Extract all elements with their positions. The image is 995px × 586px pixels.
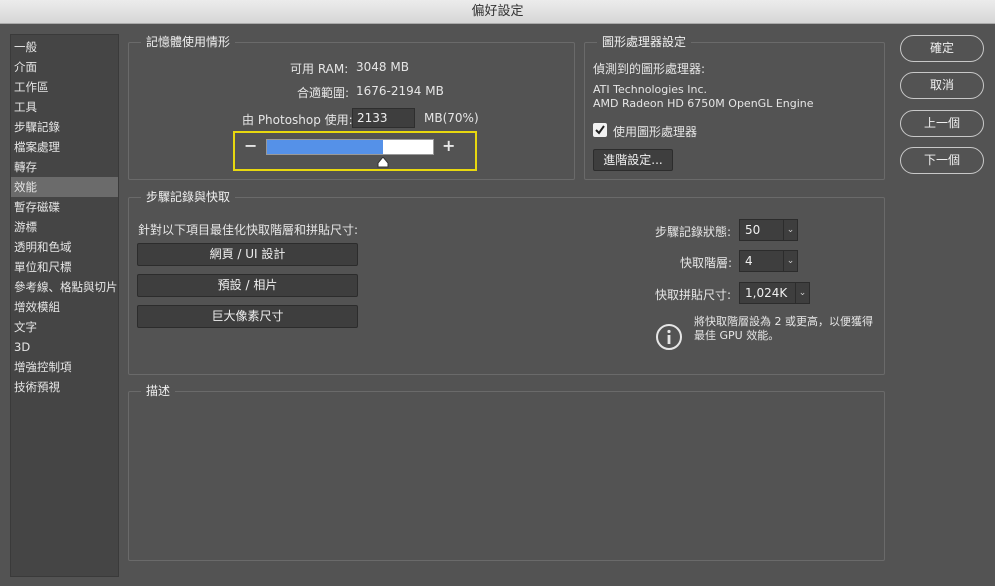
sidebar-item[interactable]: 步驟記錄 [11, 117, 118, 137]
increase-ram-button[interactable]: + [442, 136, 455, 155]
sidebar-item[interactable]: 暫存磁碟 [11, 197, 118, 217]
ideal-range-label: 合適範圍: [297, 86, 350, 100]
sidebar-item[interactable]: 透明和色域 [11, 237, 118, 257]
memory-usage-title: 記憶體使用情形 [141, 35, 236, 50]
photoshop-usage-label: 由 Photoshop 使用: [242, 113, 353, 127]
ideal-range-value: 1676-2194 MB [356, 84, 444, 98]
gpu-settings-title: 圖形處理器設定 [597, 35, 692, 50]
history-states-value: 50 [745, 223, 761, 237]
use-gpu-checkbox[interactable] [593, 123, 607, 137]
history-states-label: 步驟記錄狀態: [655, 225, 732, 239]
window-title: 偏好設定 [0, 0, 995, 24]
preset-default-photo-button[interactable]: 預設 / 相片 [137, 274, 358, 297]
description-group: 描述 [128, 384, 885, 561]
tile-size-label: 快取拼貼尺寸: [655, 288, 732, 302]
cancel-button[interactable]: 取消 [900, 72, 984, 99]
sidebar-item[interactable]: 游標 [11, 217, 118, 237]
cache-levels-select[interactable]: 4 ⌄ [739, 250, 798, 272]
ok-button[interactable]: 確定 [900, 35, 984, 62]
detected-gpu-label: 偵測到的圖形處理器: [593, 62, 706, 76]
sidebar-item[interactable]: 增強控制項 [11, 357, 118, 377]
history-states-select[interactable]: 50 ⌄ [739, 219, 798, 241]
sidebar-item[interactable]: 介面 [11, 57, 118, 77]
sidebar-item[interactable]: 技術預視 [11, 377, 118, 397]
use-gpu-label: 使用圖形處理器 [613, 125, 698, 139]
gpu-vendor: ATI Technologies Inc. [593, 83, 708, 96]
sidebar-item[interactable]: 單位和尺標 [11, 257, 118, 277]
sidebar-item[interactable]: 增效模組 [11, 297, 118, 317]
sidebar-item[interactable]: 文字 [11, 317, 118, 337]
chevron-down-icon: ⌄ [783, 220, 797, 240]
checkmark-icon [595, 125, 605, 135]
preset-web-ui-button[interactable]: 網頁 / UI 設計 [137, 243, 358, 266]
sidebar-item[interactable]: 工作區 [11, 77, 118, 97]
chevron-down-icon: ⌄ [783, 251, 797, 271]
sidebar-item[interactable]: 效能 [11, 177, 118, 197]
ram-slider-track[interactable] [266, 139, 434, 155]
sidebar-item[interactable]: 參考線、格點與切片 [11, 277, 118, 297]
sidebar-item[interactable]: 工具 [11, 97, 118, 117]
sidebar-item[interactable]: 3D [11, 337, 118, 357]
sidebar-item[interactable]: 一般 [11, 37, 118, 57]
description-title: 描述 [141, 384, 176, 399]
photoshop-ram-input[interactable]: 2133 [352, 108, 415, 128]
advanced-settings-button[interactable]: 進階設定... [593, 149, 673, 171]
history-cache-title: 步驟記錄與快取 [141, 190, 236, 205]
next-button[interactable]: 下一個 [900, 147, 984, 174]
ram-slider-thumb[interactable] [377, 157, 389, 168]
chevron-down-icon: ⌄ [795, 283, 809, 303]
previous-button[interactable]: 上一個 [900, 110, 984, 137]
available-ram-label: 可用 RAM: [290, 62, 349, 76]
optimize-label: 針對以下項目最佳化快取階層和拼貼尺寸: [138, 223, 359, 237]
gpu-renderer: AMD Radeon HD 6750M OpenGL Engine [593, 97, 814, 110]
sidebar-item[interactable]: 轉存 [11, 157, 118, 177]
category-list: 一般 介面 工作區 工具 步驟記錄 檔案處理 轉存 效能 暫存磁碟 游標 透明和色域 單位和尺標 參考線… [10, 34, 119, 577]
sidebar-item[interactable]: 檔案處理 [11, 137, 118, 157]
cache-levels-label: 快取階層: [680, 256, 733, 270]
info-icon [656, 324, 682, 350]
tile-size-select[interactable]: 1,024K ⌄ [739, 282, 810, 304]
decrease-ram-button[interactable]: − [244, 136, 257, 155]
available-ram-value: 3048 MB [356, 60, 409, 74]
preset-huge-pixel-button[interactable]: 巨大像素尺寸 [137, 305, 358, 328]
ram-slider-fill [267, 140, 383, 154]
gpu-tip-line2: 最佳 GPU 效能。 [694, 329, 780, 342]
photoshop-usage-unit: MB(70%) [424, 111, 479, 125]
cache-levels-value: 4 [745, 254, 753, 268]
tile-size-value: 1,024K [745, 286, 788, 300]
